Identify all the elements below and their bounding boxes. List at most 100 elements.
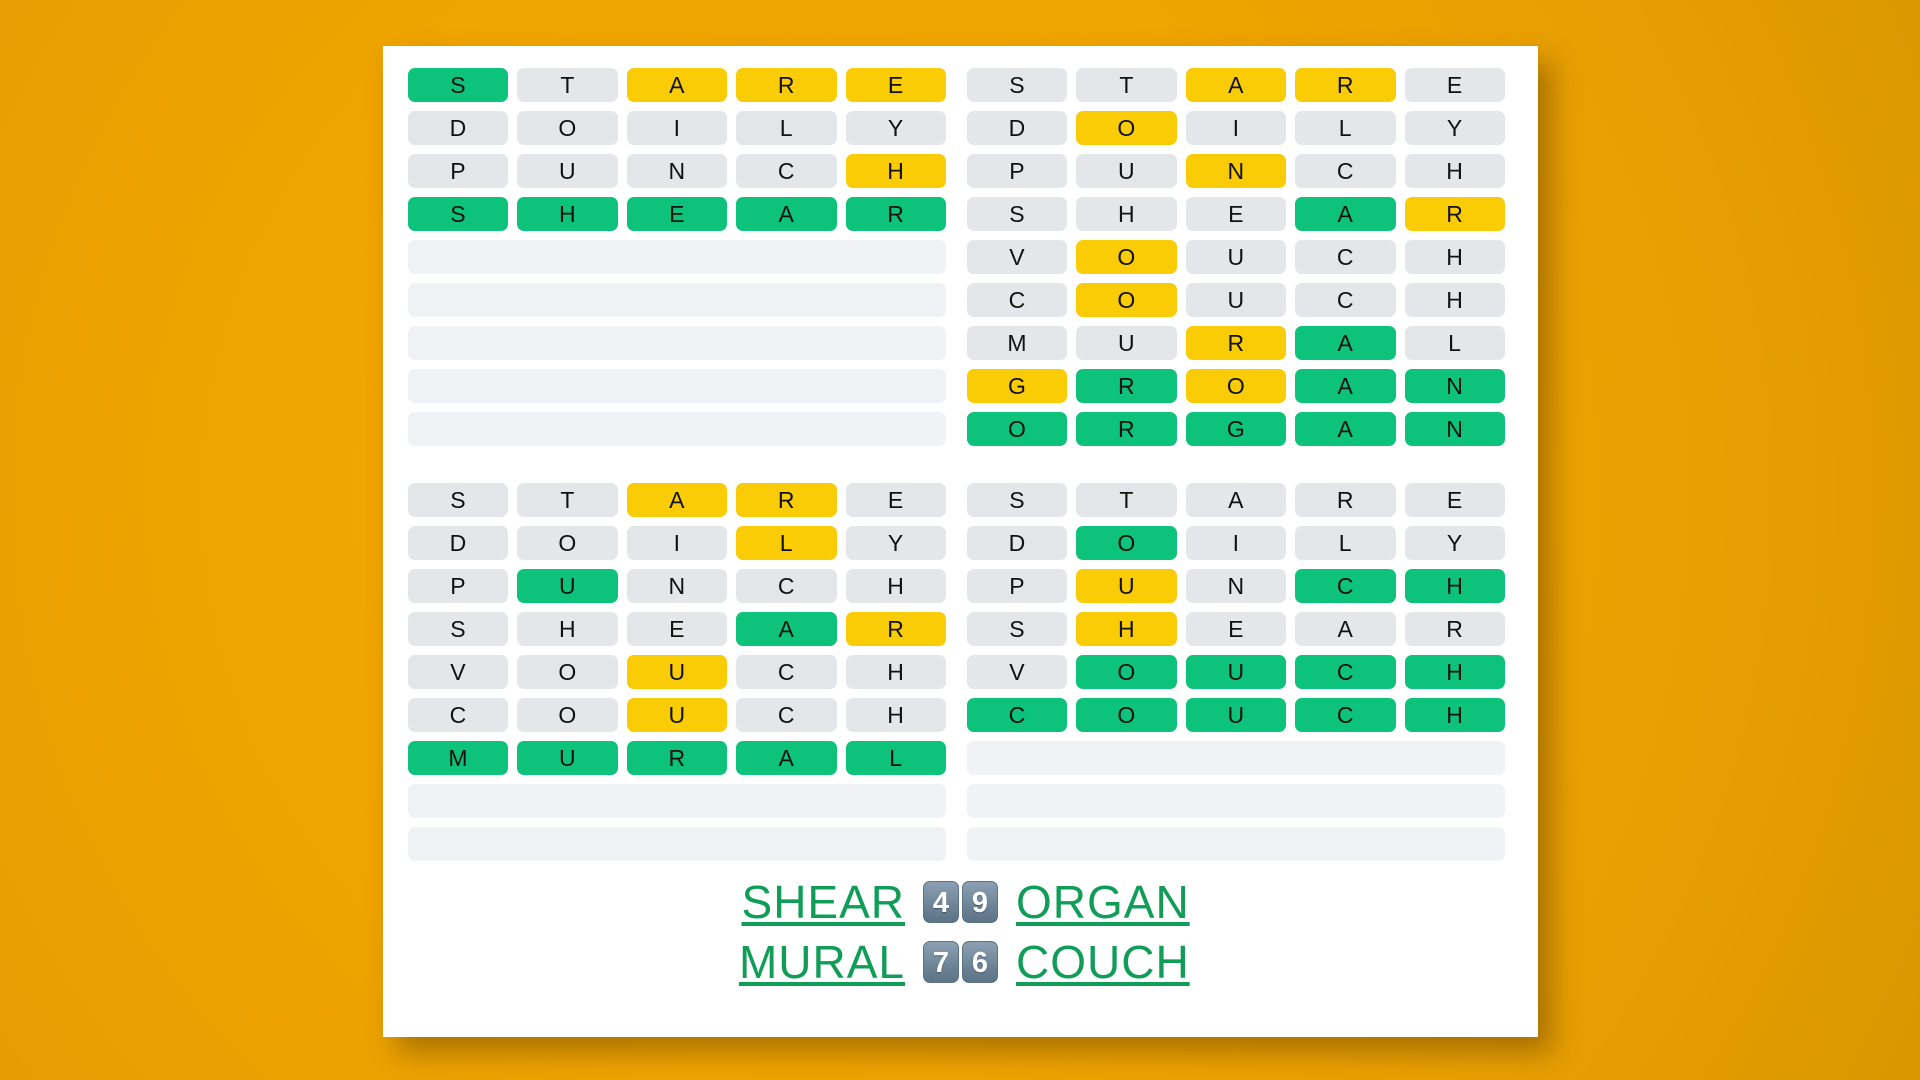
- board-top-right: STAREDOILYPUNCHSHEARVOUCHCOUCHMURALGROAN…: [967, 68, 1506, 455]
- guess-row: STARE: [408, 483, 947, 517]
- letter-tile-gray: P: [408, 154, 509, 188]
- letter-tile-gray: T: [517, 68, 618, 102]
- letter-tile-gray: H: [845, 655, 947, 689]
- letter-tile-gray: H: [517, 612, 618, 646]
- letter-tile-gray: O: [517, 655, 618, 689]
- letter-tile-yellow: O: [1076, 111, 1177, 145]
- letter-tile-green: L: [845, 741, 947, 775]
- letter-tile-gray: T: [1076, 68, 1177, 102]
- letter-tile-green: H: [1404, 655, 1506, 689]
- letter-tile-yellow: R: [845, 612, 947, 646]
- guess-row: PUNCH: [408, 569, 947, 603]
- letter-tile-gray: R: [1404, 612, 1506, 646]
- letter-tile-yellow: R: [1185, 326, 1287, 360]
- answer-word-left[interactable]: SHEAR: [700, 875, 905, 929]
- letter-tile-gray: L: [736, 111, 837, 145]
- guess-row-empty: [408, 827, 946, 861]
- guess-row: STARE: [967, 483, 1506, 517]
- letter-tile-yellow: A: [626, 483, 728, 517]
- letter-tile-green: H: [517, 197, 618, 231]
- letter-tile-yellow: E: [845, 68, 947, 102]
- answer-row: SHEAR 4 9 ORGAN: [700, 875, 1221, 929]
- answers-footer: SHEAR 4 9 ORGAN MURAL 7 6 COUCH: [383, 875, 1538, 989]
- letter-tile-gray: C: [1295, 240, 1396, 274]
- letter-tile-gray: E: [626, 612, 728, 646]
- letter-tile-gray: T: [1076, 483, 1177, 517]
- letter-tile-gray: U: [1185, 283, 1287, 317]
- letter-tile-green: A: [736, 197, 837, 231]
- letter-tile-gray: A: [1185, 483, 1287, 517]
- guess-row: MURAL: [408, 741, 947, 775]
- board-bottom-right: STAREDOILYPUNCHSHEARVOUCHCOUCH: [967, 483, 1506, 870]
- letter-tile-green: C: [1295, 569, 1396, 603]
- letter-tile-gray: O: [517, 526, 618, 560]
- letter-tile-yellow: U: [1076, 569, 1177, 603]
- guess-row-empty: [408, 326, 946, 360]
- letter-tile-gray: C: [736, 698, 837, 732]
- score-badge: 9: [962, 881, 998, 923]
- letter-tile-green: U: [517, 741, 618, 775]
- letter-tile-gray: C: [967, 283, 1068, 317]
- letter-tile-gray: H: [1404, 240, 1506, 274]
- letter-tile-yellow: U: [626, 698, 728, 732]
- guess-row-empty: [408, 240, 946, 274]
- guess-row-empty: [408, 283, 946, 317]
- letter-tile-gray: N: [1185, 569, 1287, 603]
- letter-tile-gray: P: [967, 154, 1068, 188]
- letter-tile-gray: D: [967, 111, 1068, 145]
- guess-row: DOILY: [408, 111, 947, 145]
- answer-word-right[interactable]: ORGAN: [1016, 875, 1221, 929]
- letter-tile-gray: O: [517, 698, 618, 732]
- score-badges: 76: [923, 941, 998, 983]
- letter-tile-gray: E: [1404, 68, 1506, 102]
- letter-tile-gray: H: [1404, 154, 1506, 188]
- letter-tile-green: M: [408, 741, 509, 775]
- letter-tile-green: O: [967, 412, 1068, 446]
- letter-tile-gray: E: [1185, 612, 1287, 646]
- guess-row-empty: [408, 784, 946, 818]
- guess-row: STARE: [967, 68, 1506, 102]
- guess-row: COUCH: [967, 698, 1506, 732]
- letter-tile-green: U: [1185, 698, 1287, 732]
- letter-tile-yellow: U: [626, 655, 728, 689]
- guess-row: PUNCH: [967, 154, 1506, 188]
- letter-tile-yellow: L: [736, 526, 837, 560]
- guess-row-empty: [967, 741, 1505, 775]
- letter-tile-gray: H: [1076, 197, 1177, 231]
- letter-tile-gray: U: [1185, 240, 1287, 274]
- letter-tile-gray: E: [1404, 483, 1506, 517]
- letter-tile-gray: E: [845, 483, 947, 517]
- letter-tile-gray: I: [626, 526, 728, 560]
- letter-tile-yellow: R: [736, 483, 837, 517]
- letter-tile-green: C: [1295, 698, 1396, 732]
- letter-tile-green: O: [1076, 655, 1177, 689]
- letter-tile-gray: V: [967, 240, 1068, 274]
- guess-row-empty: [408, 369, 946, 403]
- answer-row: MURAL 7 6 COUCH: [700, 935, 1221, 989]
- answer-word-right[interactable]: COUCH: [1016, 935, 1221, 989]
- guess-row: GROAN: [967, 369, 1506, 403]
- letter-tile-yellow: R: [1404, 197, 1506, 231]
- letter-tile-gray: M: [967, 326, 1068, 360]
- letter-tile-green: G: [1185, 412, 1287, 446]
- letter-tile-yellow: O: [1076, 240, 1177, 274]
- letter-tile-green: C: [1295, 655, 1396, 689]
- letter-tile-gray: I: [1185, 111, 1287, 145]
- letter-tile-green: N: [1404, 369, 1506, 403]
- letter-tile-gray: C: [408, 698, 509, 732]
- letter-tile-gray: C: [736, 655, 837, 689]
- letter-tile-gray: U: [517, 154, 618, 188]
- letter-tile-yellow: N: [1185, 154, 1287, 188]
- guess-row-empty: [967, 827, 1505, 861]
- letter-tile-gray: V: [408, 655, 509, 689]
- letter-tile-gray: D: [967, 526, 1068, 560]
- guess-row-empty: [408, 412, 946, 446]
- letter-tile-gray: N: [626, 569, 728, 603]
- score-badges: 49: [923, 881, 998, 923]
- letter-tile-yellow: H: [845, 154, 947, 188]
- answer-word-left[interactable]: MURAL: [700, 935, 905, 989]
- letter-tile-gray: S: [967, 68, 1068, 102]
- letter-tile-gray: E: [1185, 197, 1287, 231]
- letter-tile-gray: T: [517, 483, 618, 517]
- letter-tile-gray: R: [1295, 483, 1396, 517]
